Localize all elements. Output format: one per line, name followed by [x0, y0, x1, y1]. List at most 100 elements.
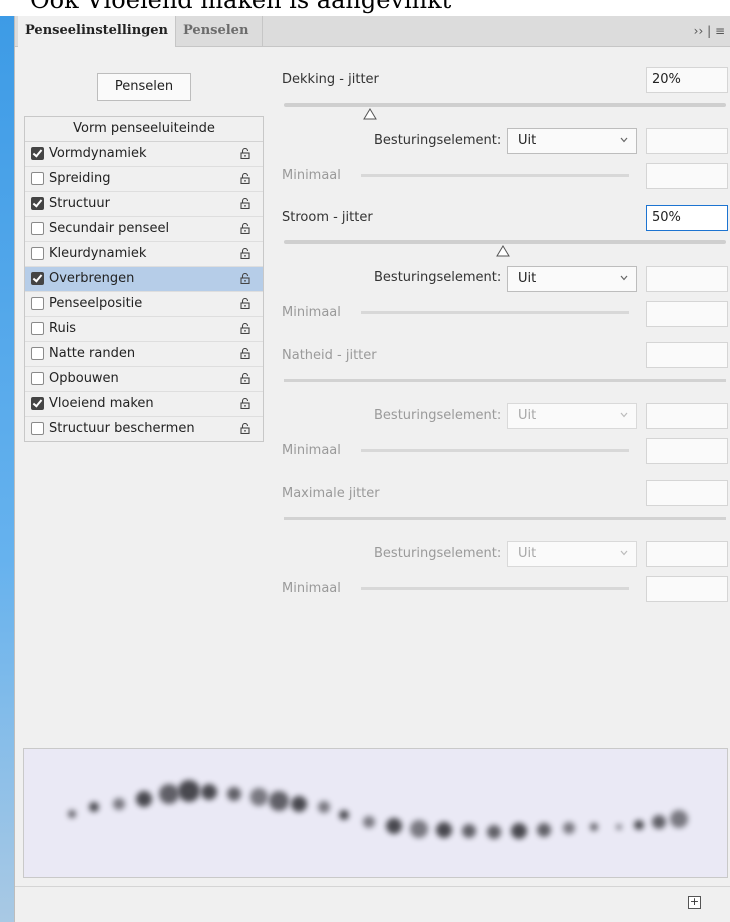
wetness-jitter-slider[interactable] — [284, 379, 726, 382]
lock-icon[interactable] — [240, 223, 250, 234]
chevron-down-icon — [620, 137, 628, 143]
lock-icon[interactable] — [240, 423, 250, 434]
flow-jitter-slider-thumb-icon[interactable] — [496, 245, 510, 257]
wetness-minimum-slider[interactable] — [361, 449, 629, 452]
document-heading-strip: Ook Vloeiend maken is aangevinkt — [0, 0, 730, 16]
brush-option-item[interactable]: Vormdynamiek — [25, 142, 263, 167]
mix-minimum-field[interactable] — [646, 576, 728, 602]
brush-tip-shape-item[interactable]: Vorm penseeluiteinde — [25, 117, 263, 142]
brush-dab — [291, 796, 307, 812]
brush-option-label: Kleurdynamiek — [49, 246, 147, 261]
desktop-background — [0, 16, 14, 922]
brush-option-item[interactable]: Structuur beschermen — [25, 417, 263, 441]
checkbox[interactable] — [31, 272, 44, 285]
flow-control-value: Uit — [518, 271, 537, 286]
checkbox[interactable] — [31, 247, 44, 260]
brush-option-item[interactable]: Overbrengen — [25, 267, 263, 292]
wetness-jitter-field[interactable] — [646, 342, 728, 368]
brush-option-item[interactable]: Penseelpositie — [25, 292, 263, 317]
mix-control-value-field — [646, 541, 728, 567]
mix-control-value: Uit — [518, 546, 537, 561]
flow-minimum-slider[interactable] — [361, 311, 629, 314]
checkbox[interactable] — [31, 197, 44, 210]
flow-jitter-field[interactable]: 50% — [646, 205, 728, 231]
checkbox[interactable] — [31, 322, 44, 335]
brush-dab — [363, 816, 375, 828]
brush-dab — [410, 820, 428, 838]
checkbox[interactable] — [31, 222, 44, 235]
mix-minimum-label: Minimaal — [282, 581, 341, 596]
brush-dab — [386, 818, 402, 834]
checkbox[interactable] — [31, 372, 44, 385]
brush-option-item[interactable]: Kleurdynamiek — [25, 242, 263, 267]
brush-option-item[interactable]: Secundair penseel — [25, 217, 263, 242]
mix-jitter-slider[interactable] — [284, 517, 726, 520]
brush-option-item[interactable]: Opbouwen — [25, 367, 263, 392]
brush-dab — [537, 823, 551, 837]
brush-dab — [201, 784, 217, 800]
brushes-button[interactable]: Penselen — [97, 73, 191, 101]
tab-brush-settings[interactable]: Penseelinstellingen — [18, 16, 176, 47]
brush-dab — [89, 802, 99, 812]
brush-option-label: Penseelpositie — [49, 296, 143, 311]
checkbox[interactable] — [31, 422, 44, 435]
mix-control-select[interactable]: Uit — [507, 541, 637, 567]
brush-option-item[interactable]: Ruis — [25, 317, 263, 342]
brush-dab — [318, 801, 330, 813]
flow-jitter-slider[interactable] — [284, 240, 726, 244]
lock-icon[interactable] — [240, 348, 250, 359]
brush-settings-panel: Penseelinstellingen Penselen ›› | ≡ Pens… — [14, 16, 730, 922]
wetness-control-select[interactable]: Uit — [507, 403, 637, 429]
brush-option-label: Overbrengen — [49, 271, 135, 286]
checkbox[interactable] — [31, 172, 44, 185]
chevron-down-icon — [620, 550, 628, 556]
brush-dab — [250, 788, 268, 806]
brush-option-label: Opbouwen — [49, 371, 119, 386]
lock-icon[interactable] — [240, 173, 250, 184]
brush-option-item[interactable]: Structuur — [25, 192, 263, 217]
lock-icon[interactable] — [240, 148, 250, 159]
lock-icon[interactable] — [240, 198, 250, 209]
checkbox[interactable] — [31, 347, 44, 360]
new-preset-icon[interactable]: + — [688, 896, 701, 909]
flow-control-select[interactable]: Uit — [507, 266, 637, 292]
opacity-control-value-field — [646, 128, 728, 154]
wetness-minimum-field[interactable] — [646, 438, 728, 464]
brush-option-label: Structuur beschermen — [49, 421, 195, 436]
brush-dab — [436, 822, 452, 838]
document-heading: Ook Vloeiend maken is aangevinkt — [30, 0, 452, 14]
brush-dab — [339, 810, 349, 820]
opacity-control-select[interactable]: Uit — [507, 128, 637, 154]
checkbox[interactable] — [31, 147, 44, 160]
mix-control-label: Besturingselement: — [374, 546, 502, 561]
brush-dab — [616, 824, 622, 830]
flow-minimum-field[interactable] — [646, 301, 728, 327]
panel-menu-icon[interactable]: ›› | ≡ — [694, 16, 725, 46]
lock-icon[interactable] — [240, 298, 250, 309]
lock-icon[interactable] — [240, 273, 250, 284]
mix-jitter-field[interactable] — [646, 480, 728, 506]
opacity-minimum-slider[interactable] — [361, 174, 629, 177]
brush-option-item[interactable]: Natte randen — [25, 342, 263, 367]
flow-control-label: Besturingselement: — [374, 270, 502, 285]
tab-brushes[interactable]: Penselen — [176, 16, 263, 46]
lock-icon[interactable] — [240, 323, 250, 334]
brush-dab — [563, 822, 575, 834]
opacity-jitter-slider-thumb-icon[interactable] — [363, 108, 377, 120]
lock-icon[interactable] — [240, 398, 250, 409]
brush-option-label: Vormdynamiek — [49, 146, 147, 161]
brush-option-item[interactable]: Vloeiend maken — [25, 392, 263, 417]
opacity-minimum-field[interactable] — [646, 163, 728, 189]
checkbox[interactable] — [31, 397, 44, 410]
brush-option-label: Vloeiend maken — [49, 396, 154, 411]
brush-option-item[interactable]: Spreiding — [25, 167, 263, 192]
lock-icon[interactable] — [240, 373, 250, 384]
opacity-jitter-slider[interactable] — [284, 103, 726, 107]
mix-minimum-slider[interactable] — [361, 587, 629, 590]
opacity-jitter-field[interactable]: 20% — [646, 67, 728, 93]
brush-dab — [178, 780, 200, 802]
brush-dab — [634, 820, 644, 830]
flow-jitter-label: Stroom - jitter — [282, 210, 373, 225]
lock-icon[interactable] — [240, 248, 250, 259]
checkbox[interactable] — [31, 297, 44, 310]
